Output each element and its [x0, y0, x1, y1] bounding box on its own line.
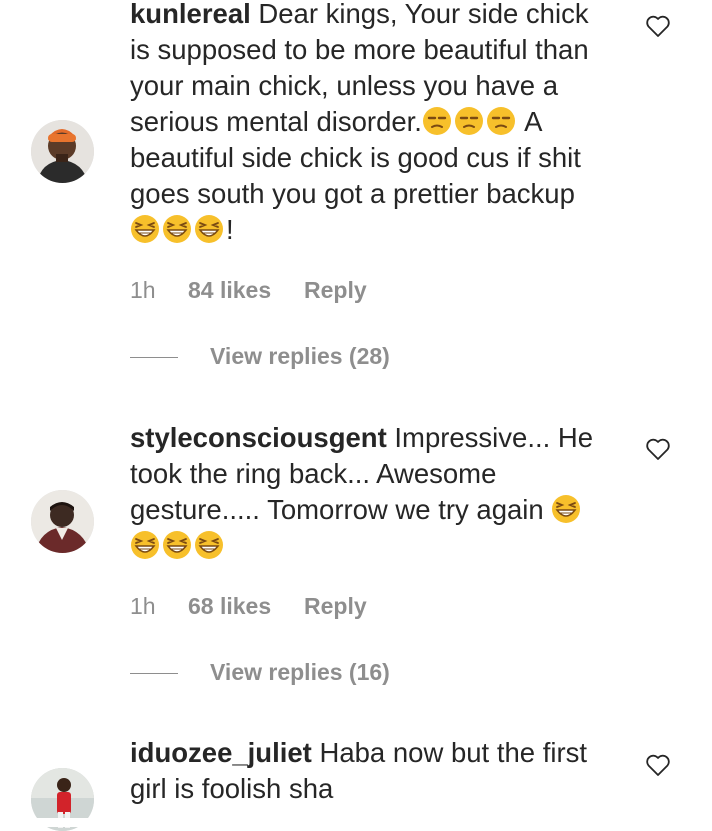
like-button[interactable] — [645, 753, 671, 777]
bottom-edge — [0, 818, 712, 827]
comment-item: iduozee_juliet Haba now but the first gi… — [0, 0, 712, 831]
heart-outline-icon — [646, 754, 670, 776]
comment-text: iduozee_juliet Haba now but the first gi… — [130, 735, 610, 807]
comment-username[interactable]: iduozee_juliet — [130, 737, 312, 768]
